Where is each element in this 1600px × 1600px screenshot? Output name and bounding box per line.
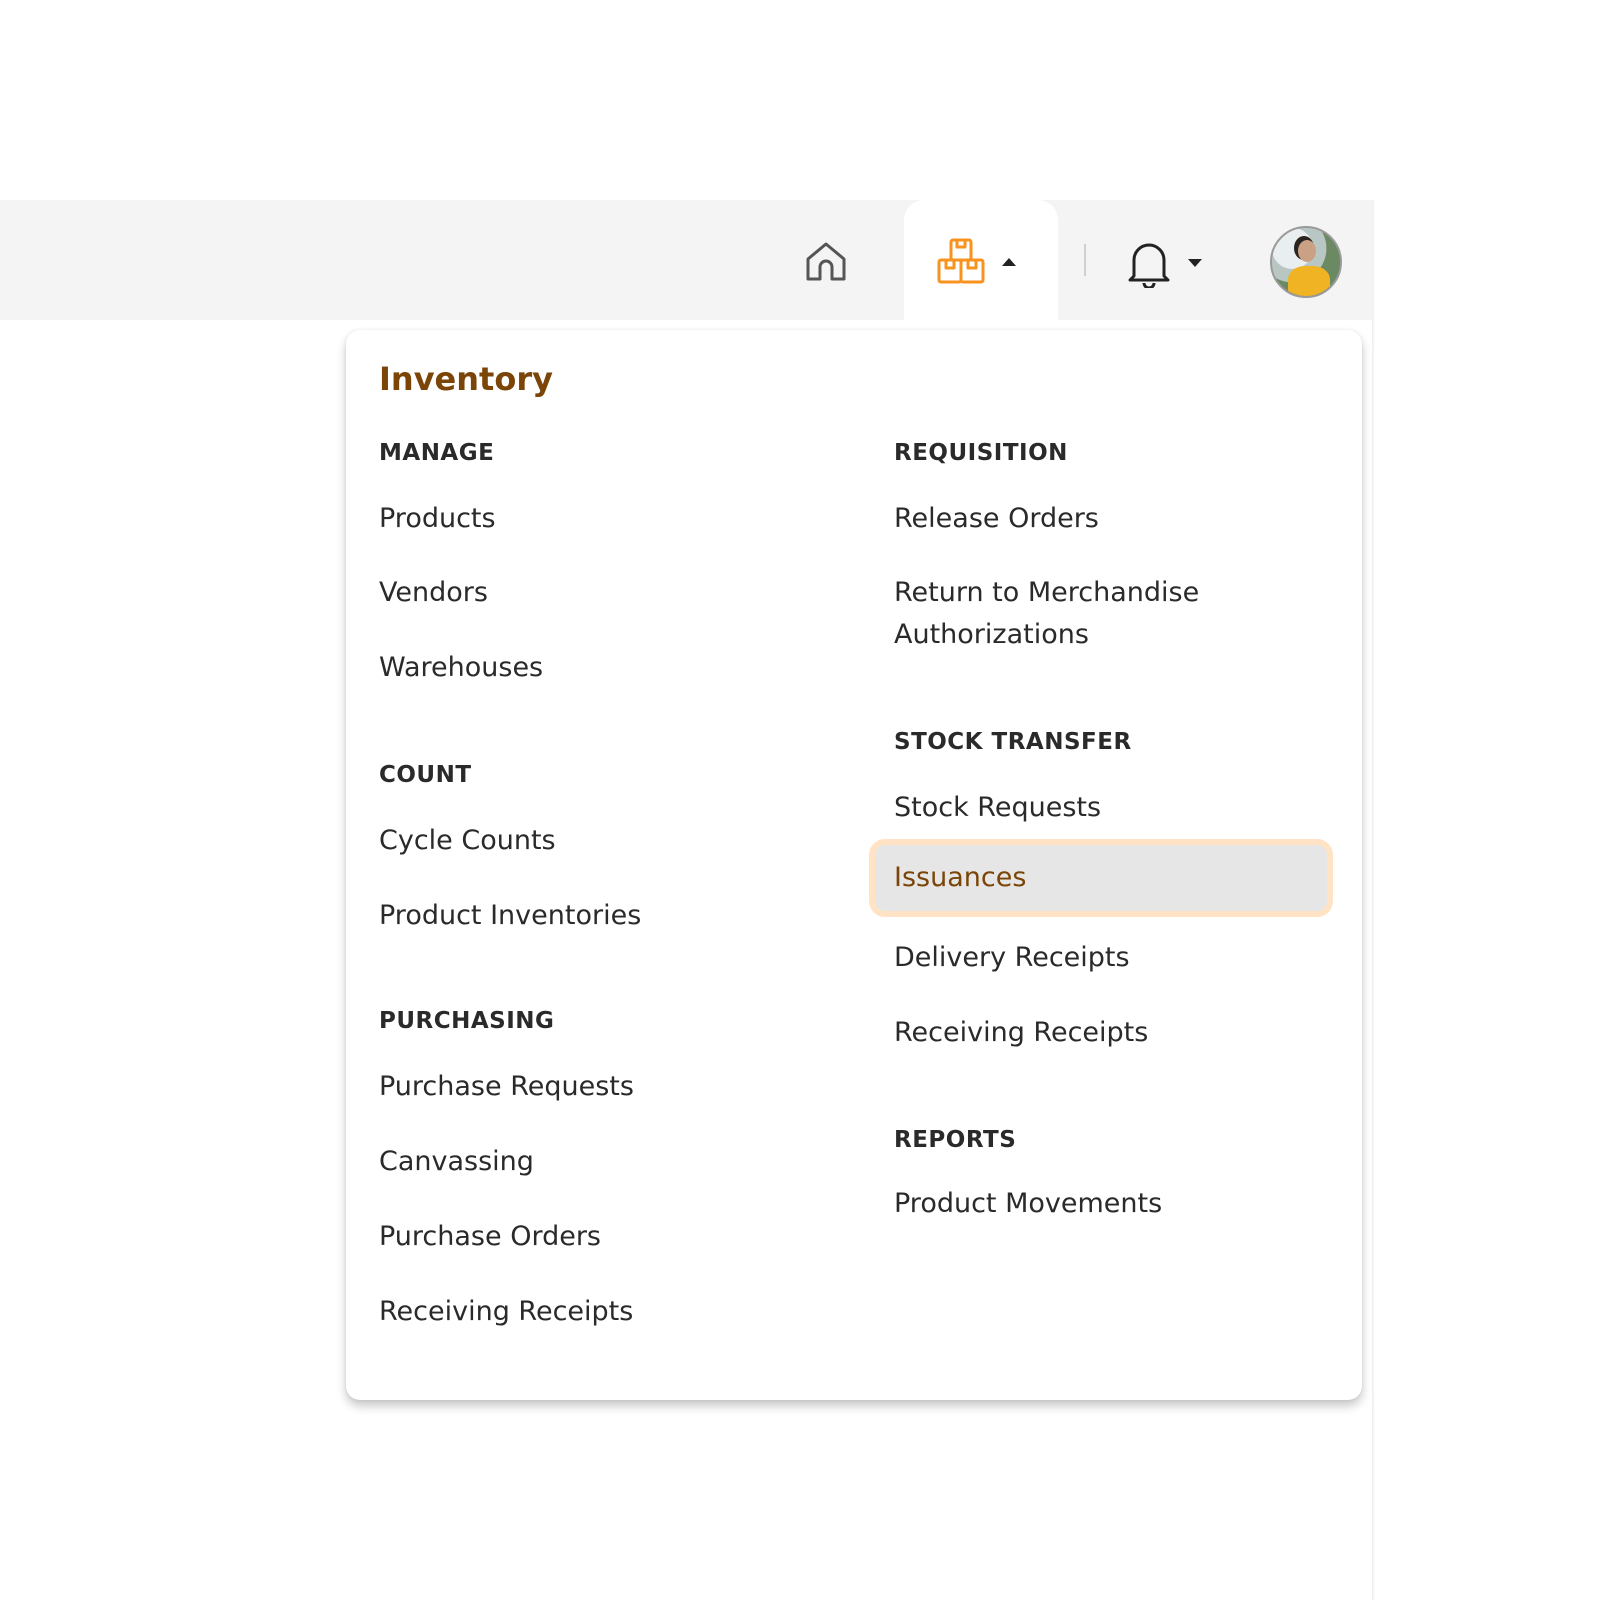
menu-item-purchase-requests[interactable]: Purchase Requests — [379, 1066, 634, 1108]
home-button[interactable] — [800, 236, 852, 288]
home-icon — [806, 242, 846, 281]
menu-item-purchase-orders[interactable]: Purchase Orders — [379, 1216, 601, 1258]
section-heading-requisition: REQUISITION — [894, 440, 1068, 466]
user-avatar[interactable] — [1270, 226, 1342, 298]
menu-title: Inventory — [379, 360, 553, 398]
section-heading-manage: MANAGE — [379, 440, 495, 466]
menu-item-release-orders[interactable]: Release Orders — [894, 498, 1099, 540]
caret-down-icon — [1188, 259, 1202, 267]
menu-item-rma[interactable]: Return to Merchandise Authorizations — [894, 572, 1234, 656]
menu-item-issuances[interactable]: Issuances — [869, 839, 1333, 917]
avatar-head — [1298, 240, 1316, 262]
avatar-body — [1288, 266, 1330, 296]
notifications-button[interactable] — [1126, 236, 1216, 290]
menu-item-products[interactable]: Products — [379, 498, 496, 540]
section-heading-reports: REPORTS — [894, 1127, 1017, 1153]
menu-item-canvassing[interactable]: Canvassing — [379, 1141, 534, 1183]
header-divider — [1084, 244, 1086, 276]
menu-item-receiving-receipts[interactable]: Receiving Receipts — [379, 1291, 633, 1333]
menu-item-product-movements[interactable]: Product Movements — [894, 1183, 1162, 1225]
inventory-menu-button[interactable] — [936, 232, 1026, 292]
caret-up-icon — [1002, 258, 1016, 266]
menu-item-product-inventories[interactable]: Product Inventories — [379, 895, 641, 937]
menu-item-warehouses[interactable]: Warehouses — [379, 647, 543, 689]
section-heading-purchasing: PURCHASING — [379, 1008, 555, 1034]
boxes-icon — [937, 238, 985, 284]
menu-item-stock-receiving-receipts[interactable]: Receiving Receipts — [894, 1012, 1148, 1054]
page-edge — [1372, 200, 1375, 1600]
menu-item-delivery-receipts[interactable]: Delivery Receipts — [894, 937, 1130, 979]
bell-icon — [1128, 243, 1170, 288]
menu-item-vendors[interactable]: Vendors — [379, 572, 488, 614]
section-heading-stock-transfer: STOCK TRANSFER — [894, 729, 1132, 755]
menu-item-cycle-counts[interactable]: Cycle Counts — [379, 820, 556, 862]
menu-item-stock-requests[interactable]: Stock Requests — [894, 787, 1101, 829]
inventory-dropdown-menu: Inventory MANAGE Products Vendors Wareho… — [346, 330, 1362, 1400]
section-heading-count: COUNT — [379, 762, 472, 788]
